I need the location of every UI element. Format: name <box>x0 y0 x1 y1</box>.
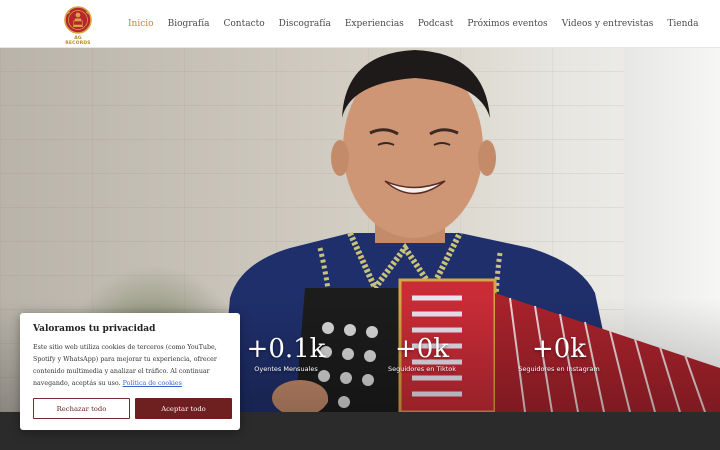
stat-instagram-followers: +0k Seguidores en Instagram <box>509 334 609 374</box>
stat-label: Oyentes Mensuales <box>254 365 318 373</box>
logo-emblem-icon <box>64 6 92 34</box>
cookie-banner-text: Este sitio web utiliza cookies de tercer… <box>33 342 227 390</box>
nav-item-proximos-eventos[interactable]: Próximos eventos <box>467 17 547 31</box>
site-logo[interactable]: AG RECORDS <box>62 6 94 46</box>
stat-value: +0k <box>531 334 587 364</box>
reject-all-button[interactable]: Rechazar todo <box>33 398 130 419</box>
cookie-banner-actions: Rechazar todo Aceptar todo <box>33 398 232 419</box>
stat-value: +0.1k <box>246 334 326 364</box>
stat-label: Seguidores en Instagram <box>518 365 600 373</box>
cookie-policy-link[interactable]: Política de cookies <box>123 380 182 387</box>
cookie-consent-banner: Valoramos tu privacidad Este sitio web u… <box>20 313 240 430</box>
nav-item-contacto[interactable]: Contacto <box>224 17 265 31</box>
nav-item-discografia[interactable]: Discografía <box>279 17 331 31</box>
nav-item-podcast[interactable]: Podcast <box>418 17 454 31</box>
logo-text: AG RECORDS <box>65 36 91 46</box>
stat-tiktok-followers: +0k Seguidores en Tiktok <box>372 334 472 374</box>
nav-item-inicio[interactable]: Inicio <box>128 17 154 31</box>
nav-item-tienda[interactable]: Tienda <box>667 17 698 31</box>
site-header: AG RECORDS Inicio Biografía Contacto Dis… <box>0 0 720 48</box>
nav-item-experiencias[interactable]: Experiencias <box>345 17 404 31</box>
main-navigation: Inicio Biografía Contacto Discografía Ex… <box>128 17 713 31</box>
nav-item-biografia[interactable]: Biografía <box>168 17 210 31</box>
stat-monthly-listeners: +0.1k Oyentes Mensuales <box>236 334 336 374</box>
accept-all-button[interactable]: Aceptar todo <box>135 398 232 419</box>
cookie-banner-title: Valoramos tu privacidad <box>33 324 156 334</box>
stat-label: Seguidores en Tiktok <box>387 365 457 373</box>
nav-item-videos-entrevistas[interactable]: Videos y entrevistas <box>562 17 654 31</box>
stat-value: +0k <box>394 334 450 364</box>
